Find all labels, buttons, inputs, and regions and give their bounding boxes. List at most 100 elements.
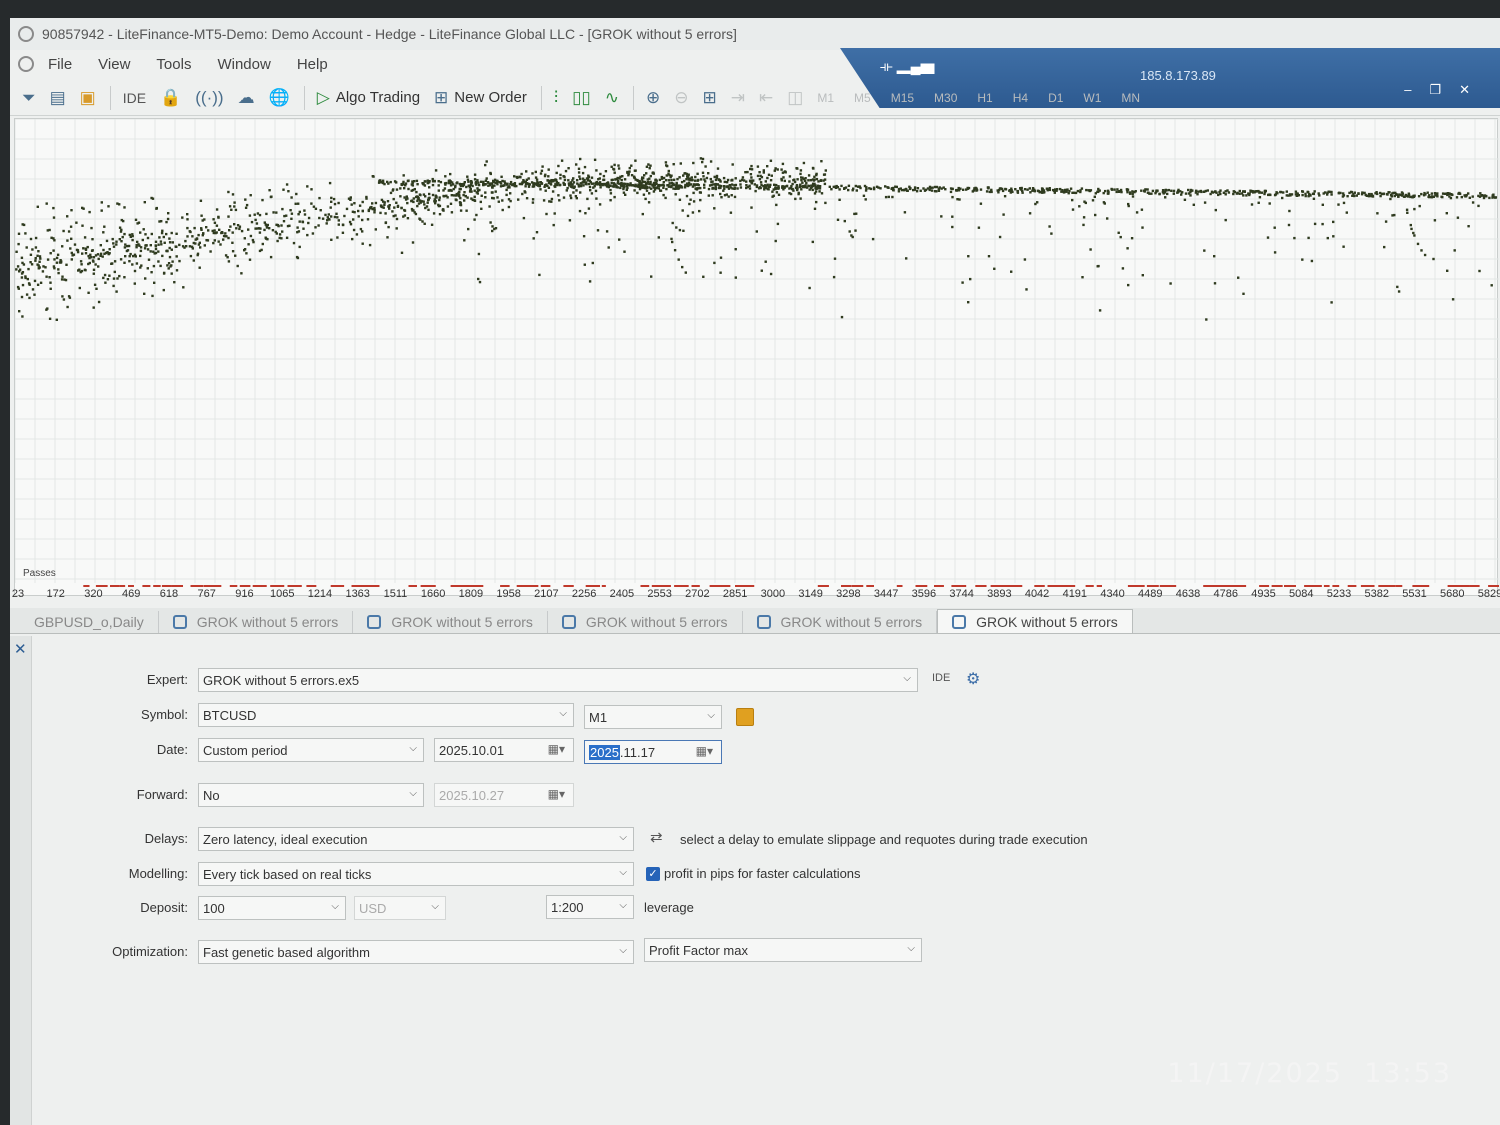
timeframe-d1[interactable]: D1 — [1048, 84, 1063, 112]
zoom-out-button[interactable]: ⊖ — [674, 84, 688, 112]
forward-date-input[interactable]: 2025.10.27 ▦▾ — [434, 783, 574, 807]
timeframe-h4[interactable]: H4 — [1013, 84, 1028, 112]
vps-button[interactable]: ☁ — [238, 84, 255, 112]
pass-point — [229, 225, 232, 228]
menu-window[interactable]: Window — [217, 56, 270, 73]
pass-point — [421, 220, 424, 223]
signals-button[interactable]: ((·)) — [195, 84, 223, 112]
timeframe-w1[interactable]: W1 — [1083, 84, 1101, 112]
pass-point — [422, 183, 425, 186]
pass-point — [1140, 189, 1143, 192]
pass-point — [692, 191, 695, 195]
error-pass-marker — [229, 585, 238, 587]
optimization-chart[interactable]: Passes — [14, 118, 1499, 596]
criterion-select[interactable]: Profit Factor max ⌵ — [644, 938, 922, 962]
close-panel-icon[interactable]: ✕ — [14, 640, 27, 658]
timeframe-m1[interactable]: M1 — [817, 84, 834, 112]
tab-grok-3[interactable]: GROK without 5 errors — [548, 611, 743, 633]
pass-point — [449, 172, 452, 176]
date-from-input[interactable]: 2025.10.01 ▦▾ — [434, 738, 574, 762]
timeframe-m30[interactable]: M30 — [934, 84, 957, 112]
deposit-select[interactable]: 100 ⌵ — [198, 896, 346, 920]
expert-select[interactable]: GROK without 5 errors.ex5 ⌵ — [198, 668, 918, 692]
menu-view[interactable]: View — [98, 56, 130, 73]
pips-checkbox[interactable]: ✓ — [646, 867, 660, 881]
tile-button[interactable]: ⊞ — [703, 84, 717, 112]
pass-point — [225, 235, 228, 238]
profiles-button[interactable]: ▤ — [50, 84, 66, 112]
pass-point — [655, 186, 658, 190]
ide-button[interactable]: IDE — [123, 84, 146, 112]
timeframe-m15[interactable]: M15 — [891, 84, 914, 112]
pass-point — [382, 206, 385, 209]
calendar-icon[interactable]: ▦▾ — [696, 744, 713, 758]
pass-point — [1328, 190, 1332, 194]
symbol-properties-icon[interactable] — [736, 708, 754, 726]
optimization-select[interactable]: Fast genetic based algorithm ⌵ — [198, 940, 634, 964]
menu-file[interactable]: File — [48, 56, 72, 73]
pass-point — [1285, 190, 1288, 193]
pass-point — [776, 222, 780, 226]
error-pass-marker — [601, 585, 606, 587]
tester-icon — [367, 615, 382, 629]
chart-shift-button[interactable]: ⇤ — [759, 84, 773, 112]
timeframe-h1[interactable]: H1 — [977, 84, 992, 112]
pass-point — [648, 192, 651, 195]
pass-point — [824, 169, 827, 172]
candles-button[interactable]: ▯▯ — [572, 84, 591, 112]
screenshot-button[interactable]: ◫ — [787, 84, 803, 112]
leverage-select[interactable]: 1:200 ⌵ — [546, 895, 634, 919]
pass-point — [1357, 192, 1360, 195]
timeframe-select[interactable]: M1 ⌵ — [584, 705, 722, 729]
app-menu-icon[interactable] — [18, 56, 34, 72]
new-order-button[interactable]: ⊞ New Order — [434, 84, 527, 112]
tab-grok-2[interactable]: GROK without 5 errors — [353, 611, 548, 633]
pass-point — [290, 212, 294, 215]
symbol-select[interactable]: BTCUSD ⌵ — [198, 703, 574, 727]
line-button[interactable]: ∿ — [605, 84, 619, 112]
pass-point — [794, 197, 797, 201]
tab-grok-5[interactable]: GROK without 5 errors — [937, 609, 1133, 633]
date-to-input[interactable]: 2025.11.17 ▦▾ — [584, 740, 722, 764]
pass-point — [774, 239, 777, 243]
pass-point — [733, 195, 737, 199]
menu-help[interactable]: Help — [297, 56, 328, 73]
pass-point — [281, 207, 284, 211]
delay-settings-icon[interactable]: ⇄ — [650, 828, 663, 846]
pass-point — [473, 173, 477, 176]
pass-point — [617, 164, 620, 167]
timeframe-m5[interactable]: M5 — [854, 84, 871, 112]
market-button[interactable]: ▣ — [80, 84, 96, 112]
pass-point — [795, 184, 799, 187]
date-mode-select[interactable]: Custom period ⌵ — [198, 738, 424, 762]
pass-point — [553, 212, 556, 215]
gear-icon[interactable]: ⚙ — [966, 669, 980, 689]
pass-point — [1121, 267, 1125, 270]
autoscroll-button[interactable]: ⇥ — [731, 84, 745, 112]
algo-trading-button[interactable]: ▷ Algo Trading — [317, 84, 420, 112]
web-button[interactable]: 🌐 — [269, 84, 290, 112]
chart-type-button[interactable]: ⏷ — [22, 84, 36, 112]
calendar-icon[interactable]: ▦▾ — [548, 742, 565, 756]
pass-point — [199, 199, 203, 202]
pass-point — [1127, 202, 1130, 206]
ide-link[interactable]: IDE — [932, 672, 950, 684]
pass-point — [446, 205, 450, 208]
tab-grok-4[interactable]: GROK without 5 errors — [743, 611, 938, 633]
menu-tools[interactable]: Tools — [156, 56, 191, 73]
delays-select[interactable]: Zero latency, ideal execution ⌵ — [198, 827, 634, 851]
modelling-select[interactable]: Every tick based on real ticks ⌵ — [198, 862, 634, 886]
bar-chart-button[interactable]: ⫶ — [554, 84, 558, 112]
broadcast-icon: ((·)) — [195, 87, 224, 107]
zoom-in-button[interactable]: ⊕ — [646, 84, 660, 112]
currency-select[interactable]: USD ⌵ — [354, 896, 446, 920]
forward-select[interactable]: No ⌵ — [198, 783, 424, 807]
chevron-down-icon: ⌵ — [903, 673, 911, 684]
lock-button[interactable]: 🔒 — [160, 84, 181, 112]
tab-grok-1[interactable]: GROK without 5 errors — [159, 611, 354, 633]
pass-point — [610, 178, 613, 182]
timeframe-mn[interactable]: MN — [1121, 84, 1140, 112]
tab-gbpusd[interactable]: GBPUSD_o,Daily — [20, 611, 159, 633]
pass-point — [702, 275, 705, 278]
pass-point — [20, 276, 24, 279]
